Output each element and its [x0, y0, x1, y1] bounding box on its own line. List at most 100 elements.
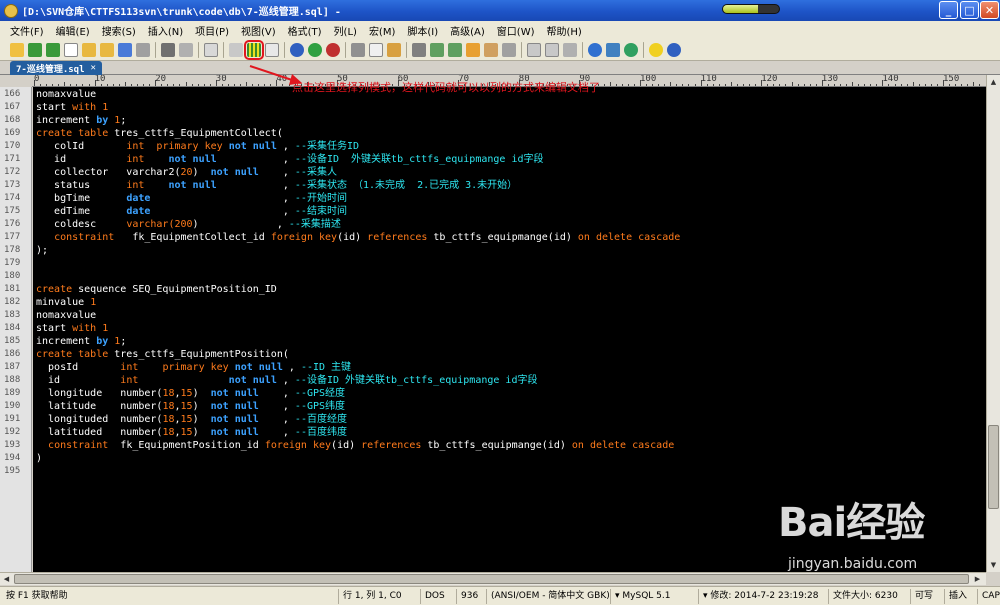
scroll-left-icon[interactable]: ◀ [1, 574, 12, 584]
ruler-tick [924, 84, 926, 86]
line-number: 180 [4, 271, 21, 281]
ruler-tick [646, 84, 648, 86]
new-document-icon[interactable] [64, 42, 78, 57]
find-icon[interactable] [290, 42, 304, 57]
code-text: , [258, 401, 295, 412]
watermark-logo-text: Bai经验 [778, 500, 925, 546]
code-number: 15 [180, 388, 193, 399]
code-line: longitude number(18,15) not null , --GPS… [36, 387, 345, 400]
status-insert-mode[interactable]: 插入 [944, 589, 967, 604]
web-browser-icon[interactable] [588, 42, 602, 57]
menu-advanced[interactable]: 高级(A) [444, 23, 491, 38]
code-type: int [120, 375, 139, 386]
vertical-scrollbar[interactable]: ▲ ▼ [986, 75, 1000, 572]
function-list-icon[interactable] [502, 42, 516, 57]
forward-icon[interactable] [46, 42, 60, 57]
status-syntax-label: MySQL 5.1 [622, 591, 671, 601]
status-help: 按 F1 获取帮助 [6, 591, 68, 601]
code-keyword: not null [210, 427, 259, 438]
open-recent-icon[interactable] [100, 42, 114, 57]
ruler-tick [730, 82, 732, 86]
compare-icon[interactable] [412, 42, 426, 57]
split-window-icon[interactable] [527, 42, 541, 57]
back-icon[interactable] [28, 42, 42, 57]
ruler-tick [658, 84, 660, 86]
find-previous-icon[interactable] [326, 42, 340, 57]
save-all-icon[interactable] [136, 42, 150, 57]
folder-tree-icon[interactable] [466, 42, 480, 57]
menu-macro[interactable]: 宏(M) [363, 23, 401, 38]
save-icon[interactable] [118, 42, 132, 57]
menu-search[interactable]: 搜索(S) [96, 23, 142, 38]
code-line: posId int primary key not null , --ID 主键 [36, 361, 351, 374]
ruler-tick [779, 84, 781, 86]
status-encoding[interactable]: (ANSI/OEM - 简体中文 GBK) [486, 589, 610, 604]
line-number: 192 [4, 427, 21, 437]
cascade-windows-icon[interactable] [563, 42, 577, 57]
menu-script[interactable]: 脚本(I) [401, 23, 444, 38]
scroll-up-icon[interactable]: ▲ [988, 76, 999, 87]
new-file-icon[interactable] [10, 42, 24, 57]
column-mode-icon[interactable] [244, 39, 264, 60]
minimize-button[interactable]: _ [939, 1, 958, 19]
properties-icon[interactable] [204, 42, 218, 57]
code-keyword: by [96, 115, 109, 126]
status-syntax[interactable]: ▾ MySQL 5.1 [610, 589, 670, 604]
tile-windows-icon[interactable] [545, 42, 559, 57]
help-icon[interactable] [667, 42, 681, 57]
code-keyword: on delete cascade [577, 232, 681, 243]
code-text: ) [192, 401, 211, 412]
code-number: 15 [180, 401, 193, 412]
ruler-tick [615, 84, 617, 86]
refresh-icon[interactable] [624, 42, 638, 57]
ruler-tick [191, 84, 193, 86]
open-folder-icon[interactable] [82, 42, 96, 57]
print-preview-icon[interactable] [179, 42, 193, 57]
menu-column[interactable]: 列(L) [328, 23, 363, 38]
menu-file[interactable]: 文件(F) [4, 23, 50, 38]
tip-icon[interactable] [649, 42, 663, 57]
cut-icon[interactable] [351, 42, 365, 57]
menu-insert[interactable]: 插入(N) [142, 23, 189, 38]
menu-edit[interactable]: 编辑(E) [50, 23, 96, 38]
word-wrap-icon[interactable] [229, 42, 243, 57]
status-writable[interactable]: 可写 [910, 589, 933, 604]
hex-mode-icon[interactable] [265, 42, 279, 57]
find-next-icon[interactable] [308, 42, 322, 57]
menu-window[interactable]: 窗口(W) [491, 23, 541, 38]
code-text: colId [36, 141, 127, 152]
ruler-tick [712, 84, 714, 86]
ruler-tick [124, 82, 126, 86]
line-number: 194 [4, 453, 21, 463]
list-icon[interactable] [484, 42, 498, 57]
code-text: longituded number( [36, 414, 163, 425]
menu-view[interactable]: 视图(V) [235, 23, 282, 38]
menu-format[interactable]: 格式(T) [282, 23, 328, 38]
copy-icon[interactable] [369, 42, 383, 57]
close-button[interactable]: ✕ [980, 1, 999, 19]
toolbar [0, 39, 1000, 61]
menu-project[interactable]: 项目(P) [189, 23, 235, 38]
ruler-tick [930, 84, 932, 86]
ftp-save-icon[interactable] [448, 42, 462, 57]
code-keyword: with [72, 323, 97, 334]
maximize-button[interactable]: □ [960, 1, 979, 19]
vertical-scroll-thumb[interactable] [988, 425, 999, 509]
code-line: colId int primary key not null , --采集任务I… [36, 140, 359, 153]
ruler-tick [185, 82, 187, 86]
settings-icon[interactable] [606, 42, 620, 57]
scroll-down-icon[interactable]: ▼ [988, 559, 999, 570]
ruler-number: 10 [94, 75, 106, 84]
code-comment: --采集状态 （1.未完成 2.已完成 3.未开始） [294, 180, 518, 191]
tab-document[interactable]: 7-巡线管理.sql ✕ [10, 61, 102, 75]
ftp-icon[interactable] [430, 42, 444, 57]
close-icon[interactable]: ✕ [91, 63, 96, 73]
print-icon[interactable] [161, 42, 175, 57]
ruler-tick [221, 84, 223, 86]
code-line: coldesc varchar(200) , --采集描述 [36, 218, 341, 231]
ruler-tick [173, 84, 175, 86]
menu-help[interactable]: 帮助(H) [541, 23, 588, 38]
paste-icon[interactable] [387, 42, 401, 57]
